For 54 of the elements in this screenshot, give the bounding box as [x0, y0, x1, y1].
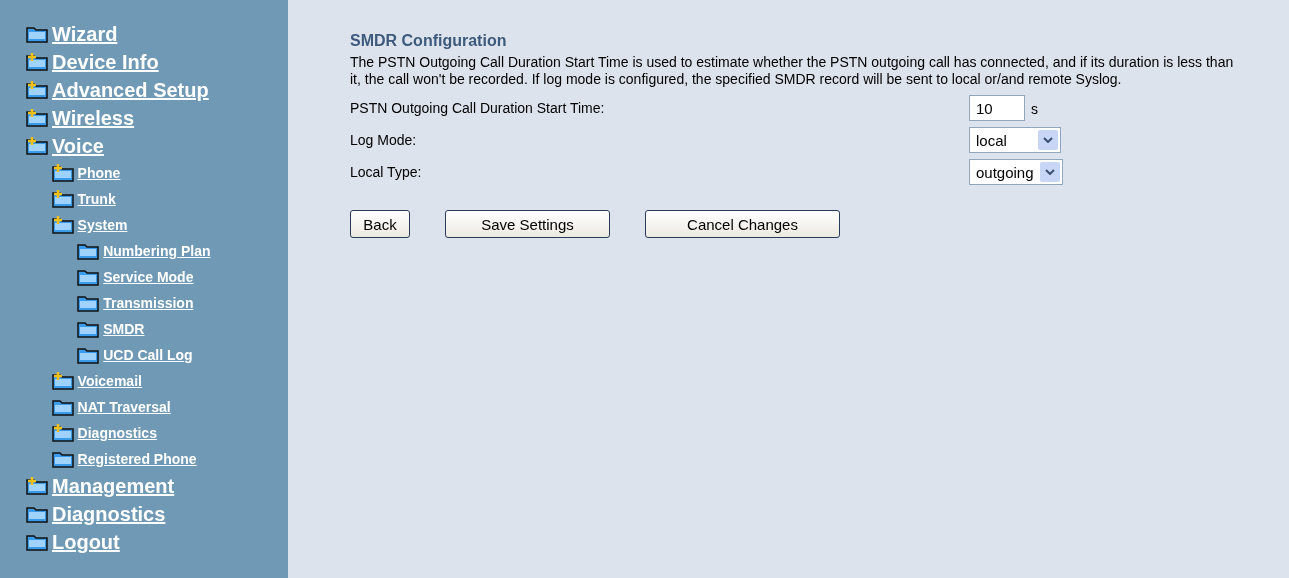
nav-link[interactable]: System: [77, 217, 128, 233]
nav-link[interactable]: Diagnostics: [52, 502, 166, 526]
action-button[interactable]: Save Settings: [445, 210, 610, 238]
nav-link[interactable]: Diagnostics: [77, 425, 157, 441]
nav-link[interactable]: Logout: [52, 530, 120, 554]
field-label: Local Type:: [350, 164, 423, 180]
field-label: Log Mode:: [350, 132, 418, 148]
folder-icon: [77, 320, 100, 338]
caret-icon: [1044, 169, 1055, 175]
folder-icon: [77, 268, 100, 286]
folder-plus-icon: [26, 53, 48, 71]
folder-icon: [26, 505, 48, 523]
folder-plus-icon: [26, 137, 48, 155]
folder-plus-icon: [26, 109, 48, 127]
input-field[interactable]: 10: [969, 95, 1025, 121]
folder-plus-icon: [26, 81, 48, 99]
folder-icon: [77, 242, 100, 260]
nav-link[interactable]: Wizard: [52, 22, 118, 46]
folder-plus-icon: [51, 372, 74, 390]
nav-link[interactable]: Advanced Setup: [52, 78, 209, 102]
nav-link[interactable]: SMDR: [103, 321, 145, 337]
folder-plus-icon: [51, 424, 74, 442]
folder-icon: [77, 346, 100, 364]
field-label: PSTN Outgoing Call Duration Start Time:: [350, 100, 606, 116]
nav-link[interactable]: Phone: [77, 165, 121, 181]
nav-link[interactable]: Trunk: [77, 191, 116, 207]
unit-label: s: [1031, 100, 1038, 117]
nav-link[interactable]: Transmission: [103, 295, 194, 311]
action-button[interactable]: Cancel Changes: [645, 210, 840, 238]
nav-link[interactable]: Numbering Plan: [103, 243, 211, 259]
dropdown[interactable]: outgoing: [969, 159, 1063, 185]
nav-link[interactable]: NAT Traversal: [77, 399, 171, 415]
nav-link[interactable]: Wireless: [52, 106, 135, 130]
nav-link[interactable]: Device Info: [52, 50, 159, 74]
nav-link[interactable]: Voice: [52, 134, 104, 158]
folder-plus-icon: [51, 164, 74, 182]
caret-icon: [1043, 137, 1053, 143]
folder-icon: [51, 398, 74, 416]
nav-link[interactable]: Registered Phone: [77, 451, 197, 467]
nav-link[interactable]: Voicemail: [77, 373, 142, 389]
folder-plus-icon: [26, 477, 48, 495]
folder-icon: [26, 533, 48, 551]
description: The PSTN Outgoing Call Duration Start Time is used to estimate whether the PSTN outgoing call has connected, and if its duration is less than it, the call won't be recorded. If log mode is configured, the specified SMDR record will be sent to local or/and remote Syslog.: [350, 54, 1235, 88]
folder-icon: [26, 25, 48, 43]
folder-icon: [51, 450, 74, 468]
folder-plus-icon: [51, 190, 74, 208]
folder-plus-icon: [51, 216, 74, 234]
dropdown[interactable]: local: [969, 127, 1061, 153]
folder-icon: [77, 294, 100, 312]
nav-link[interactable]: Management: [52, 474, 175, 498]
nav-link[interactable]: UCD Call Log: [103, 347, 193, 363]
nav-link[interactable]: Service Mode: [103, 269, 194, 285]
page-title: SMDR Configuration: [350, 32, 508, 50]
action-button[interactable]: Back: [350, 210, 410, 238]
